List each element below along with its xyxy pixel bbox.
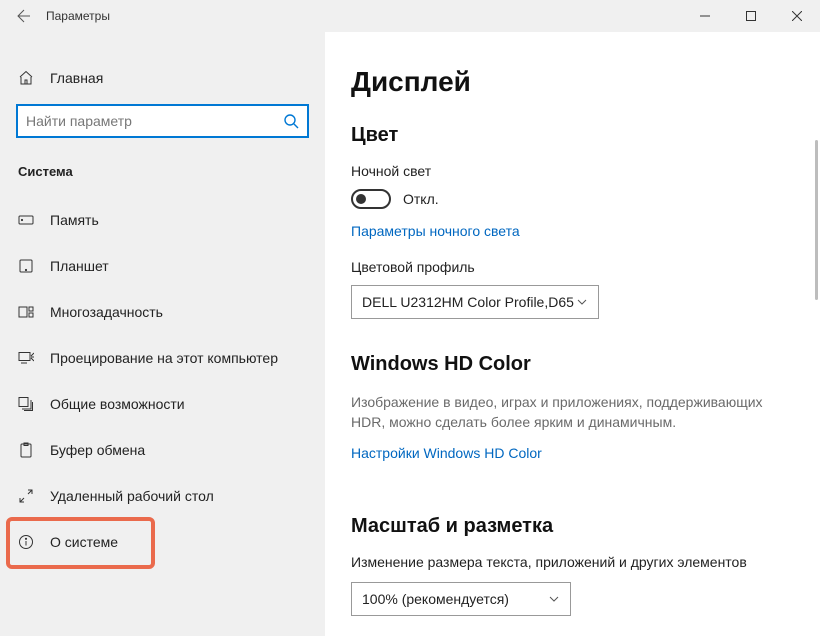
sidebar-item-label: Буфер обмена xyxy=(50,442,145,458)
sidebar-item-label: Память xyxy=(50,212,99,228)
dropdown-value: 100% (рекомендуется) xyxy=(362,591,509,607)
sidebar: Главная Система Память Планшет Многозада… xyxy=(0,32,325,636)
hd-settings-link[interactable]: Настройки Windows HD Color xyxy=(351,445,542,461)
app-title: Параметры xyxy=(46,9,110,23)
scale-dropdown[interactable]: 100% (рекомендуется) xyxy=(351,582,571,616)
night-light-label: Ночной свет xyxy=(351,163,788,179)
page-title: Дисплей xyxy=(351,66,788,98)
search-input[interactable] xyxy=(26,113,283,129)
home-icon xyxy=(18,70,34,86)
section-heading-scale: Масштаб и разметка xyxy=(351,515,788,538)
maximize-button[interactable] xyxy=(728,0,774,32)
sidebar-item-label: Проецирование на этот компьютер xyxy=(50,350,278,366)
titlebar: Параметры xyxy=(0,0,820,32)
back-button[interactable] xyxy=(0,0,46,32)
chevron-down-icon xyxy=(576,296,588,308)
category-heading: Система xyxy=(0,154,325,197)
sidebar-item-label: Многозадачность xyxy=(50,304,163,320)
scale-field-label: Изменение размера текста, приложений и д… xyxy=(351,554,788,570)
storage-icon xyxy=(18,212,34,228)
main-content: Дисплей Цвет Ночной свет Откл. Параметры… xyxy=(325,32,820,636)
night-light-toggle[interactable] xyxy=(351,189,391,209)
remote-icon xyxy=(18,488,34,504)
section-heading-color: Цвет xyxy=(351,124,788,147)
projecting-icon xyxy=(18,350,34,366)
multitasking-icon xyxy=(18,304,34,320)
sidebar-item-clipboard[interactable]: Буфер обмена xyxy=(0,427,325,473)
sidebar-item-projecting[interactable]: Проецирование на этот компьютер xyxy=(0,335,325,381)
color-profile-dropdown[interactable]: DELL U2312HM Color Profile,D65 xyxy=(351,285,599,319)
about-icon xyxy=(18,534,34,550)
minimize-button[interactable] xyxy=(682,0,728,32)
sidebar-item-label: Планшет xyxy=(50,258,109,274)
sidebar-item-remote-desktop[interactable]: Удаленный рабочий стол xyxy=(0,473,325,519)
chevron-down-icon xyxy=(548,593,560,605)
color-profile-label: Цветовой профиль xyxy=(351,259,788,275)
tablet-icon xyxy=(18,258,34,274)
search-box[interactable] xyxy=(16,104,309,138)
sidebar-item-label: Общие возможности xyxy=(50,396,185,412)
sidebar-item-label: Удаленный рабочий стол xyxy=(50,488,214,504)
home-link[interactable]: Главная xyxy=(0,56,325,100)
sidebar-item-shared[interactable]: Общие возможности xyxy=(0,381,325,427)
sidebar-item-multitasking[interactable]: Многозадачность xyxy=(0,289,325,335)
home-label: Главная xyxy=(50,70,103,86)
sidebar-item-about[interactable]: О системе xyxy=(0,519,325,565)
search-icon xyxy=(283,113,299,129)
scrollbar[interactable] xyxy=(815,140,818,300)
sidebar-item-label: О системе xyxy=(50,534,118,550)
hd-description: Изображение в видео, играх и приложениях… xyxy=(351,392,781,433)
dropdown-value: DELL U2312HM Color Profile,D65 xyxy=(362,294,574,310)
night-light-settings-link[interactable]: Параметры ночного света xyxy=(351,223,520,239)
toggle-state-label: Откл. xyxy=(403,191,439,207)
close-button[interactable] xyxy=(774,0,820,32)
shared-icon xyxy=(18,396,34,412)
sidebar-item-storage[interactable]: Память xyxy=(0,197,325,243)
sidebar-item-tablet[interactable]: Планшет xyxy=(0,243,325,289)
clipboard-icon xyxy=(18,442,34,458)
section-heading-hd: Windows HD Color xyxy=(351,353,788,376)
